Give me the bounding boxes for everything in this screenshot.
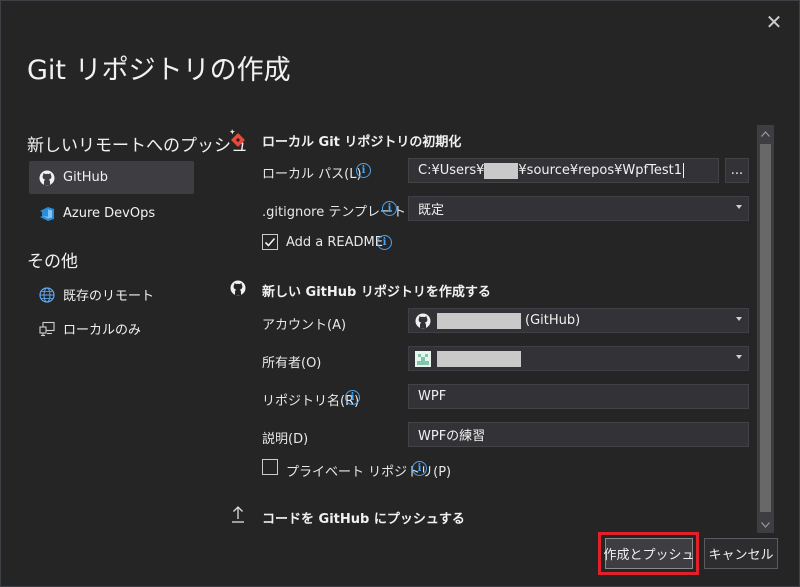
sidebar-item-label: ローカルのみ: [63, 323, 142, 338]
description-input[interactable]: WPFの練習: [408, 422, 749, 447]
redacted-account-name: [437, 312, 521, 329]
account-suffix: (GitHub): [525, 313, 581, 328]
sidebar-item-label: Azure DevOps: [63, 206, 156, 221]
sidebar-item-existing-remote[interactable]: 既存のリモート: [29, 278, 194, 311]
local-path-label: ローカル パス(L): [262, 167, 362, 182]
computer-icon: [39, 321, 55, 337]
github-icon: [230, 280, 246, 300]
github-icon: [39, 170, 55, 186]
chevron-down-icon: [736, 355, 742, 359]
create-git-repo-dialog: ✕ Git リポジトリの作成 新しいリモートへのプッシュ GitHub Azur…: [0, 0, 800, 587]
cancel-button[interactable]: キャンセル: [704, 538, 778, 569]
scroll-down-button[interactable]: [757, 516, 774, 533]
sidebar-heading-other: その他: [27, 252, 78, 272]
path-suffix-text: ¥source¥repos¥WpfTest1: [518, 163, 682, 178]
globe-icon: [39, 286, 55, 303]
scrollbar-thumb[interactable]: [760, 144, 771, 512]
description-label: 説明(D): [262, 432, 309, 447]
github-avatar-icon: [415, 313, 431, 329]
sidebar-item-azure-devops[interactable]: Azure DevOps: [29, 197, 194, 230]
redacted-username: [484, 162, 519, 179]
readme-label: Add a README: [286, 235, 383, 250]
info-icon[interactable]: i: [345, 390, 360, 405]
git-repo-icon: [229, 128, 247, 152]
repo-name-input[interactable]: WPF: [408, 384, 749, 409]
upload-arrow-icon: [230, 505, 246, 527]
chevron-up-icon: [761, 130, 770, 137]
account-select[interactable]: (GitHub): [408, 308, 749, 333]
local-section-heading: ローカル Git リポジトリの初期化: [262, 135, 462, 150]
info-icon[interactable]: i: [377, 235, 392, 250]
sidebar-item-label: GitHub: [63, 170, 109, 185]
azure-devops-icon: [39, 206, 55, 222]
readme-checkbox[interactable]: [262, 234, 278, 250]
owner-select[interactable]: [408, 346, 749, 371]
owner-avatar-icon: [415, 350, 431, 367]
gitignore-select[interactable]: 既定: [408, 196, 749, 221]
sidebar-item-local-only[interactable]: ローカルのみ: [29, 312, 194, 345]
sidebar-heading-push: 新しいリモートへのプッシュ: [27, 136, 248, 156]
gitignore-value: 既定: [418, 203, 445, 218]
browse-button[interactable]: ...: [725, 158, 749, 183]
text-caret: [682, 163, 684, 178]
push-section-heading: コードを GitHub にプッシュする: [262, 512, 465, 527]
github-section-heading: 新しい GitHub リポジトリを作成する: [262, 285, 491, 300]
owner-label: 所有者(O): [262, 356, 322, 371]
chevron-down-icon: [736, 205, 742, 209]
info-icon[interactable]: i: [412, 461, 427, 476]
info-icon[interactable]: i: [382, 201, 397, 216]
path-prefix-text: C:¥Users¥: [418, 163, 485, 178]
sidebar-item-label: 既存のリモート: [63, 289, 155, 304]
scroll-up-button[interactable]: [757, 125, 774, 142]
chevron-down-icon: [736, 317, 742, 321]
redacted-owner-name: [437, 350, 521, 367]
sidebar-item-github[interactable]: GitHub: [29, 161, 194, 194]
dialog-title: Git リポジトリの作成: [27, 55, 291, 86]
close-button[interactable]: ✕: [761, 9, 787, 35]
info-icon[interactable]: i: [356, 163, 371, 178]
checkmark-icon: [264, 237, 276, 247]
chevron-down-icon: [761, 521, 770, 528]
create-and-push-button[interactable]: 作成とプッシュ: [604, 538, 695, 569]
private-repo-checkbox[interactable]: [262, 459, 278, 475]
local-path-input[interactable]: C:¥Users¥ ¥source¥repos¥WpfTest1: [408, 158, 719, 183]
account-label: アカウント(A): [262, 318, 347, 333]
vertical-scrollbar[interactable]: [757, 125, 774, 533]
